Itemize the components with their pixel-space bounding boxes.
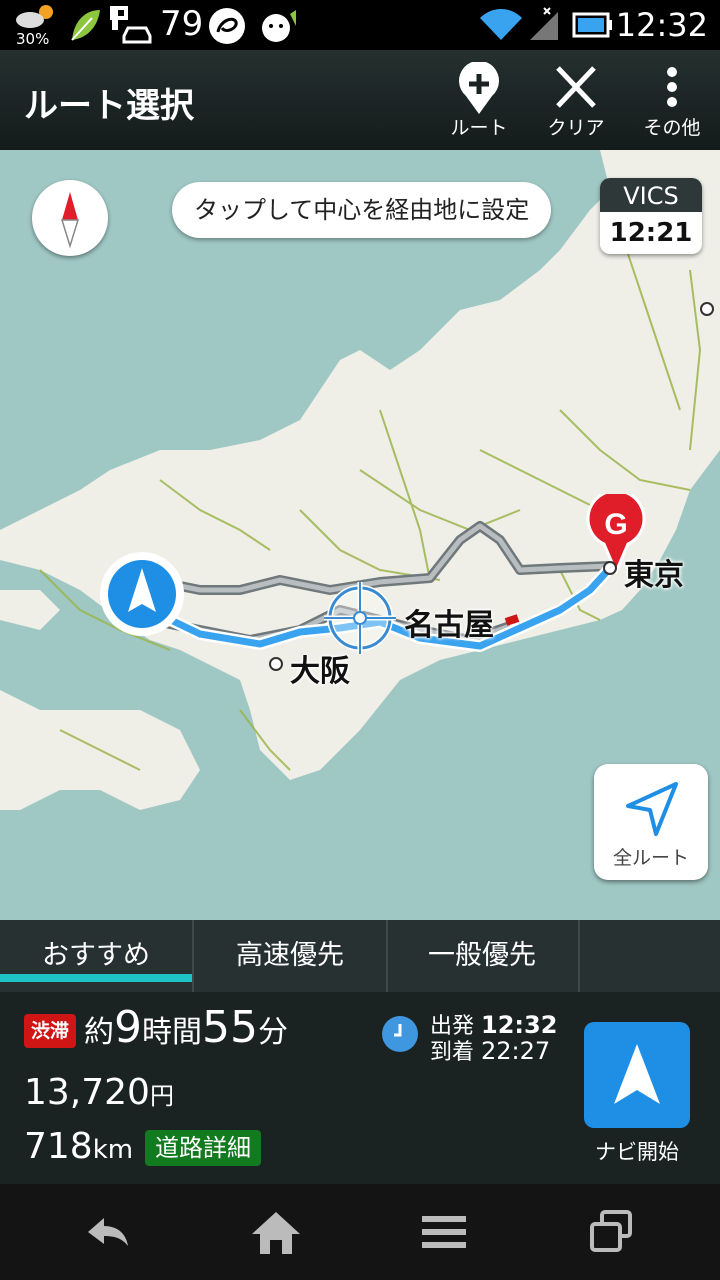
page-title: ルート選択 — [24, 86, 194, 126]
close-icon — [556, 66, 596, 108]
vics-label: VICS — [600, 178, 702, 212]
traffic-badge: 渋滞 — [24, 1014, 76, 1048]
compass-button[interactable] — [32, 180, 108, 256]
clear-button[interactable]: クリア — [531, 62, 621, 148]
arrival-label: 到着 — [430, 1040, 475, 1065]
travel-duration: 約9時間55分 — [84, 1002, 288, 1053]
vics-time: 12:21 — [609, 218, 693, 248]
dog-icon — [262, 10, 296, 42]
weather-percent: 30% — [16, 30, 50, 48]
route-map[interactable]: タップして中心を経由地に設定 VICS 12:21 G 東京 名古屋 大阪 全ル… — [0, 150, 720, 920]
crosshair-icon — [324, 582, 396, 654]
home-icon[interactable] — [246, 1208, 306, 1256]
duration-hours-unit: 時間 — [142, 1015, 202, 1050]
system-nav-bar — [0, 1184, 720, 1280]
navigation-start-icon — [614, 1044, 660, 1104]
route-distance: 718km — [24, 1126, 133, 1167]
tokyo-dot-icon — [603, 561, 617, 575]
duration-minutes: 55 — [202, 1002, 258, 1053]
road-detail-button[interactable]: 道路詳細 — [145, 1130, 261, 1166]
tab-general-road[interactable]: 一般優先 — [386, 920, 580, 992]
goal-marker-text: G — [604, 508, 627, 541]
clock-time: 12:32 — [615, 6, 708, 44]
back-icon[interactable] — [78, 1208, 138, 1256]
parking-car-icon — [110, 6, 152, 44]
arrival-value: 22:27 — [481, 1037, 551, 1065]
add-route-label: ルート — [450, 117, 508, 139]
current-location-icon — [100, 552, 184, 636]
duration-hours: 9 — [114, 1002, 142, 1053]
tab-indicator — [0, 974, 192, 982]
map-point-icon — [700, 302, 714, 316]
city-label-tokyo: 東京 — [624, 558, 684, 593]
waypoint-hint: タップして中心を経由地に設定 — [172, 182, 552, 238]
duration-prefix: 約 — [84, 1015, 114, 1050]
leaf-icon — [71, 10, 100, 41]
toll-unit: 円 — [149, 1082, 174, 1110]
signal-number: 79 — [160, 4, 204, 44]
add-route-button[interactable]: ルート — [434, 60, 524, 148]
start-navigation-button[interactable] — [584, 1022, 690, 1128]
start-navigation-label: ナビ開始 — [595, 1140, 679, 1164]
distance-unit: km — [92, 1135, 134, 1165]
distance-value: 718 — [24, 1126, 93, 1167]
cell-signal-icon — [530, 7, 558, 40]
more-button[interactable]: その他 — [627, 62, 717, 148]
more-vert-icon — [667, 67, 677, 107]
all-route-label: 全ルート — [612, 847, 689, 869]
battery-icon — [572, 12, 612, 38]
duration-minutes-unit: 分 — [258, 1015, 288, 1050]
navigation-arrow-icon — [626, 782, 678, 836]
menu-icon[interactable] — [414, 1208, 474, 1256]
tab-highway[interactable]: 高速優先 — [194, 920, 388, 992]
arrival-time: 到着 22:27 — [430, 1034, 550, 1066]
more-label: その他 — [643, 117, 701, 139]
app-swirl-icon — [209, 8, 245, 44]
toll-value: 13,720 — [24, 1072, 150, 1113]
all-route-button[interactable]: 全ルート — [594, 764, 708, 880]
status-bar: 30% 79 12:32 — [0, 0, 720, 50]
wifi-icon — [480, 9, 522, 40]
osaka-dot-icon — [269, 657, 283, 671]
recent-apps-icon[interactable] — [582, 1208, 642, 1256]
pin-add-icon — [459, 60, 499, 114]
clock-icon — [382, 1016, 418, 1052]
route-summary: 渋滞 約9時間55分 出発 12:32 到着 22:27 13,720円 718… — [0, 992, 720, 1184]
clear-label: クリア — [547, 117, 605, 139]
weather-icon: 30% — [10, 2, 66, 48]
city-label-nagoya: 名古屋 — [404, 608, 494, 643]
toll-fee: 13,720円 — [24, 1072, 174, 1113]
compass-icon — [60, 192, 80, 249]
app-bar: ルート選択 ルート クリア その他 — [0, 50, 720, 150]
vics-badge[interactable]: VICS 12:21 — [600, 178, 702, 254]
